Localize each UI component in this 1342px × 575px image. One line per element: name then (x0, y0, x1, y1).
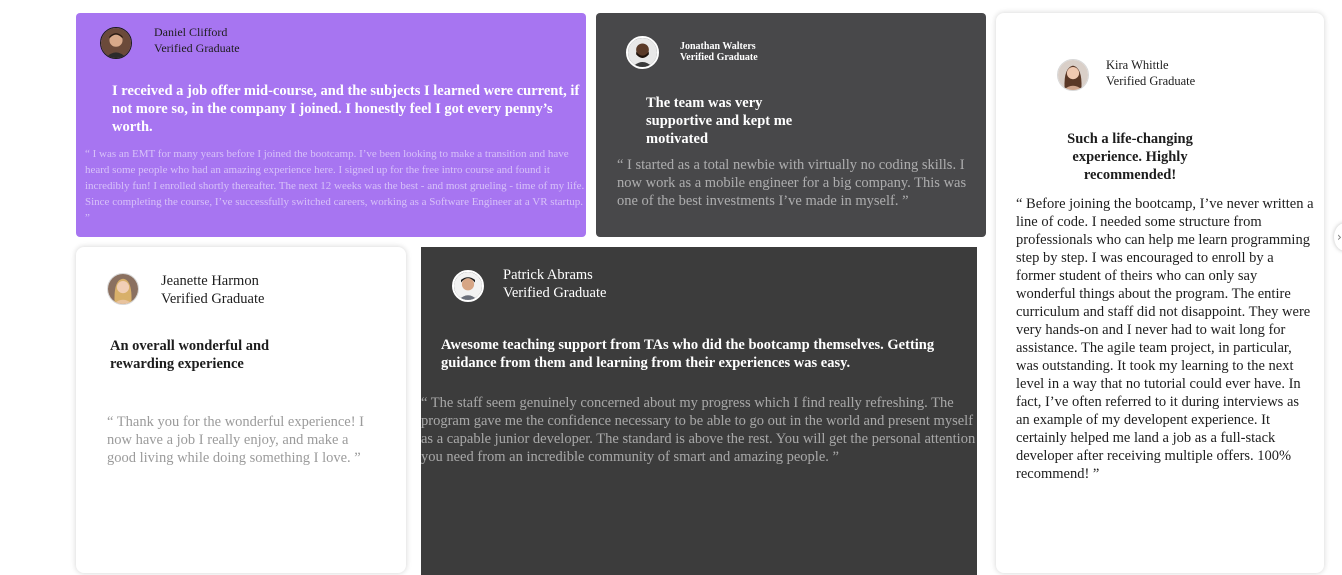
testimonial-quote: “ I started as a total newbie with virtu… (617, 157, 967, 209)
avatar (107, 273, 139, 305)
author-name: Jonathan Walters (680, 41, 756, 52)
avatar (626, 36, 659, 69)
testimonial-quote: “ I was an EMT for many years before I j… (85, 148, 585, 224)
avatar (100, 27, 132, 59)
author-role: Verified Graduate (154, 41, 240, 55)
chevron-right-icon: › (1337, 230, 1342, 244)
testimonial-quote: “ The staff seem genuinely concerned abo… (421, 395, 976, 465)
testimonial-headline: Awesome teaching support from TAs who di… (441, 337, 935, 371)
author-role: Verified Graduate (503, 285, 607, 301)
author-role: Verified Graduate (680, 52, 758, 63)
testimonial-card-kira-whittle: Kira Whittle Verified Graduate Such a li… (996, 13, 1324, 573)
author-name: Patrick Abrams (503, 267, 593, 283)
author-name: Kira Whittle (1106, 58, 1169, 72)
testimonial-headline: An overall wonderful and rewarding exper… (110, 338, 270, 372)
avatar (452, 270, 484, 302)
testimonial-card-patrick-abrams: Patrick Abrams Verified Graduate Awesome… (421, 247, 977, 575)
author-role: Verified Graduate (1106, 74, 1196, 88)
author-role: Verified Graduate (161, 291, 265, 307)
testimonial-card-jeanette-harmon: Jeanette Harmon Verified Graduate An ove… (76, 247, 406, 573)
author-name: Jeanette Harmon (161, 273, 259, 289)
testimonial-card-jonathan-walters: Jonathan Walters Verified Graduate The t… (596, 13, 986, 237)
author-name: Daniel Clifford (154, 25, 228, 39)
testimonial-headline: Such a life-changing experience. Highly … (1067, 131, 1193, 183)
testimonial-quote: “ Thank you for the wonderful experience… (107, 414, 364, 466)
testimonial-card-daniel-clifford: Daniel Clifford Verified Graduate I rece… (76, 13, 586, 237)
testimonial-headline: I received a job offer mid-course, and t… (112, 83, 580, 135)
testimonial-headline: The team was very supportive and kept me… (646, 95, 793, 147)
avatar (1057, 59, 1089, 91)
testimonial-quote: “ Before joining the bootcamp, I’ve neve… (1016, 196, 1314, 482)
carousel-next-button[interactable]: › (1334, 223, 1342, 251)
